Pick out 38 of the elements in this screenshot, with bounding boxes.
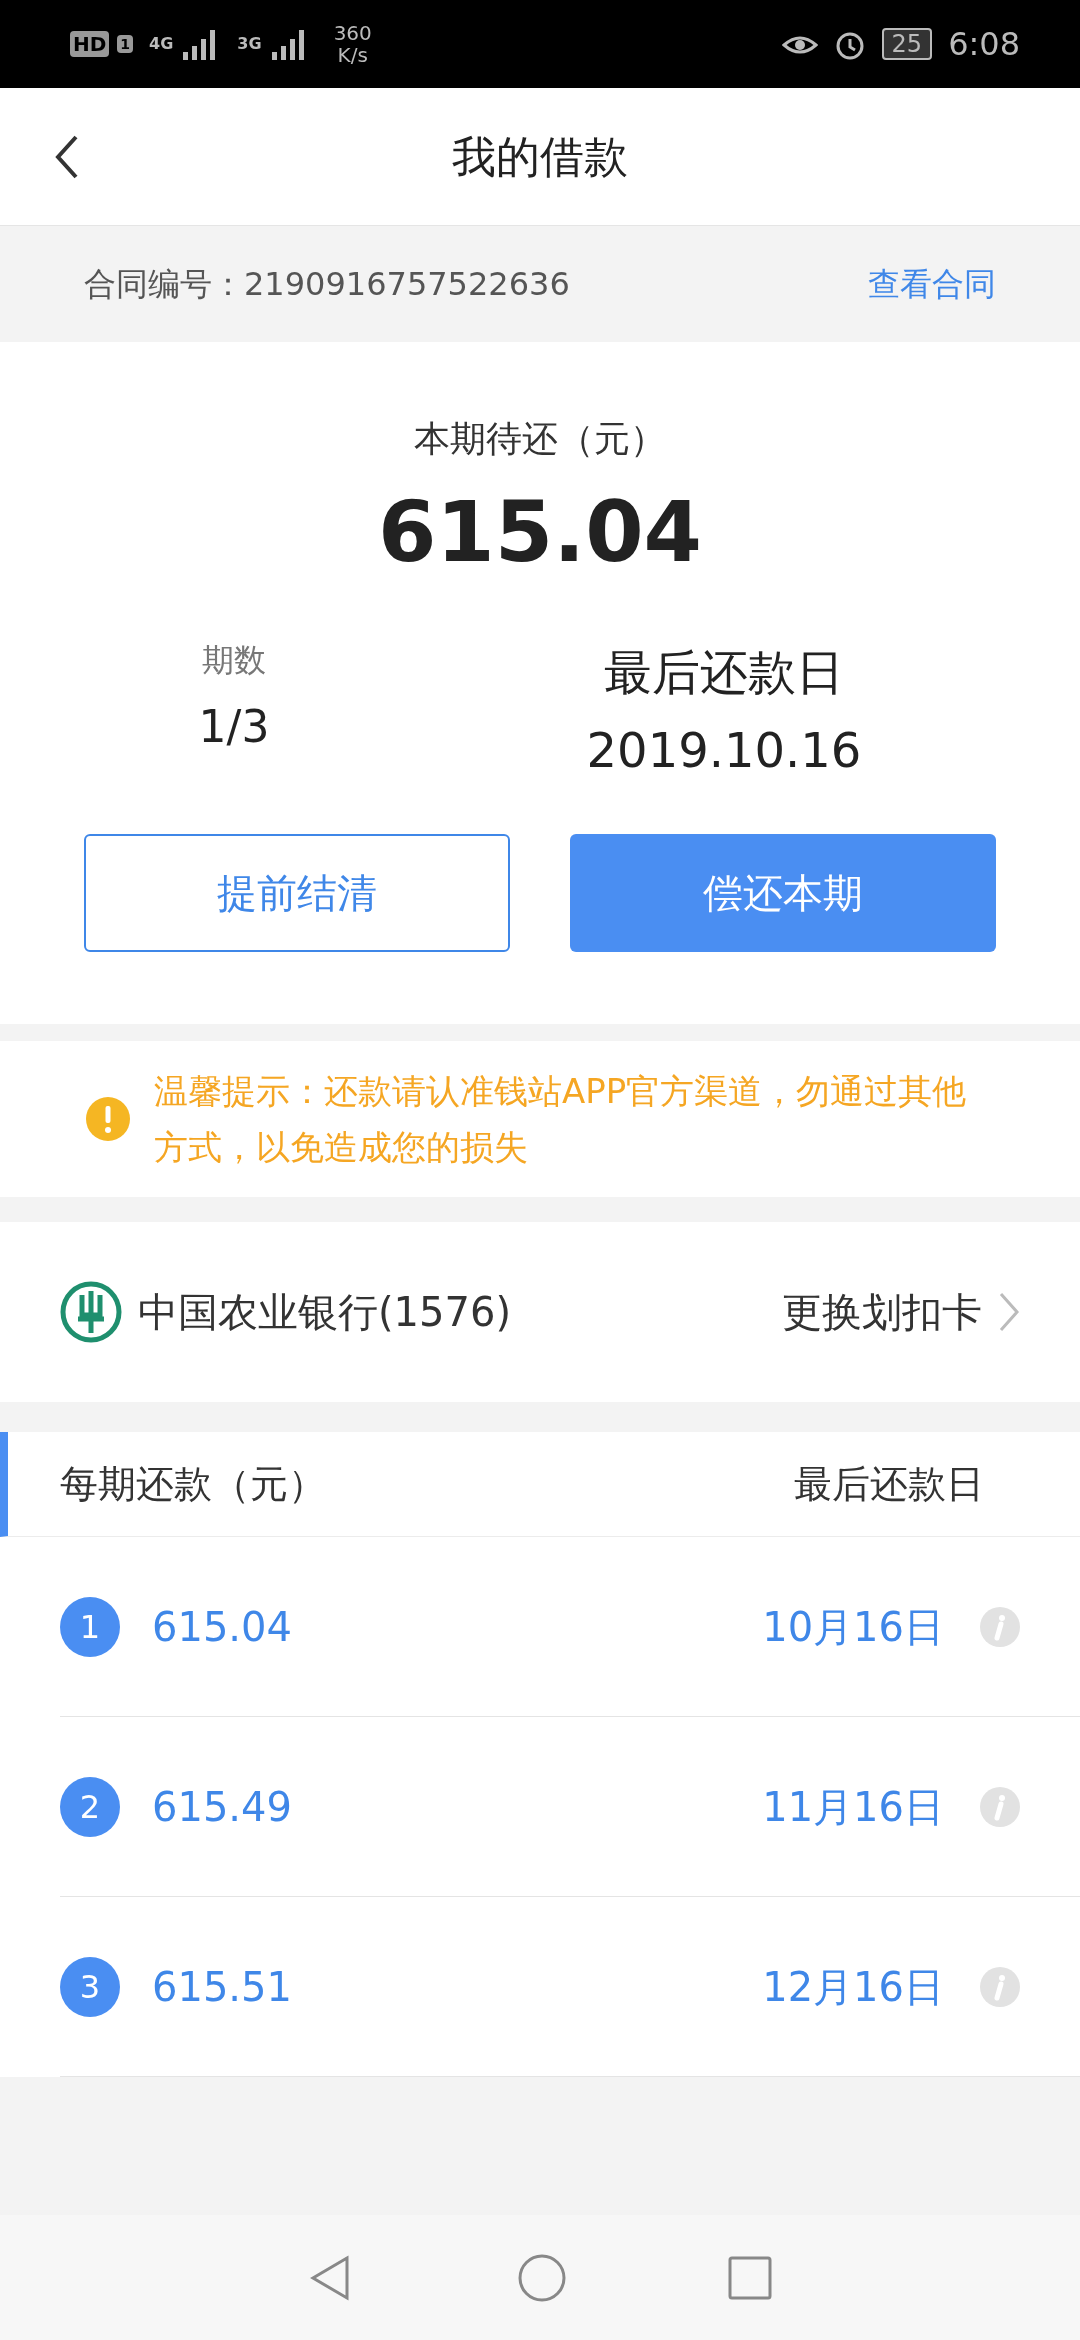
column-header: 最后还款日 <box>794 1460 984 1508</box>
sim-indicator: 1 <box>117 35 134 53</box>
installment-date: 10月16日 <box>762 1602 944 1652</box>
installment-number: 2 <box>60 1776 120 1837</box>
hd-indicator: HD <box>70 31 110 57</box>
page-title: 我的借款 <box>452 129 628 184</box>
chevron-icon <box>998 1291 1020 1333</box>
warning-icon <box>86 1097 130 1141</box>
view-contract-link[interactable]: 查看合同 <box>868 260 996 308</box>
due-date-value: 2019.10.16 <box>586 721 862 780</box>
change-card-link[interactable]: 更换划扣卡 <box>782 1282 1020 1342</box>
installment-date: 12月16日 <box>762 1962 944 2012</box>
period-label: 期数 <box>202 640 266 681</box>
installment-amount: 615.51 <box>152 1962 292 2012</box>
home-icon[interactable] <box>517 2252 567 2303</box>
installment-date: 11月16日 <box>762 1782 944 1832</box>
amount-due: 615.04 <box>376 490 704 574</box>
period-value: 1/3 <box>198 700 270 754</box>
installment-number: 1 <box>60 1596 120 1657</box>
column-header: 每期还款（元） <box>60 1460 326 1508</box>
notice-text: 温馨提示：还款请认准钱站APP官方渠道，勿通过其他方式，以免造成您的损失 <box>154 1070 968 1169</box>
battery-icon: 25 <box>881 28 933 60</box>
bank-logo-icon <box>60 1281 122 1343</box>
recents-icon[interactable] <box>727 2254 773 2301</box>
repay-button[interactable]: 偿还本期 <box>570 834 996 952</box>
network-type: 3G <box>237 36 262 52</box>
due-date-label: 最后还款日 <box>604 643 844 702</box>
installment-amount: 615.04 <box>152 1602 292 1652</box>
contract-number: 合同编号：2190916757522636 <box>84 264 570 305</box>
network-speed: 360 <box>333 22 372 44</box>
installment-number: 3 <box>60 1956 120 2017</box>
speed-unit: K/s <box>336 44 369 66</box>
installment-amount: 615.49 <box>152 1782 292 1832</box>
clock-time: 6:08 <box>948 24 1020 65</box>
bank-card-name: 中国农业银行(1576) <box>138 1288 511 1337</box>
settle-button[interactable]: 提前结清 <box>84 834 510 952</box>
amount-label: 本期待还（元） <box>413 417 667 461</box>
network-type: 4G <box>149 36 174 52</box>
